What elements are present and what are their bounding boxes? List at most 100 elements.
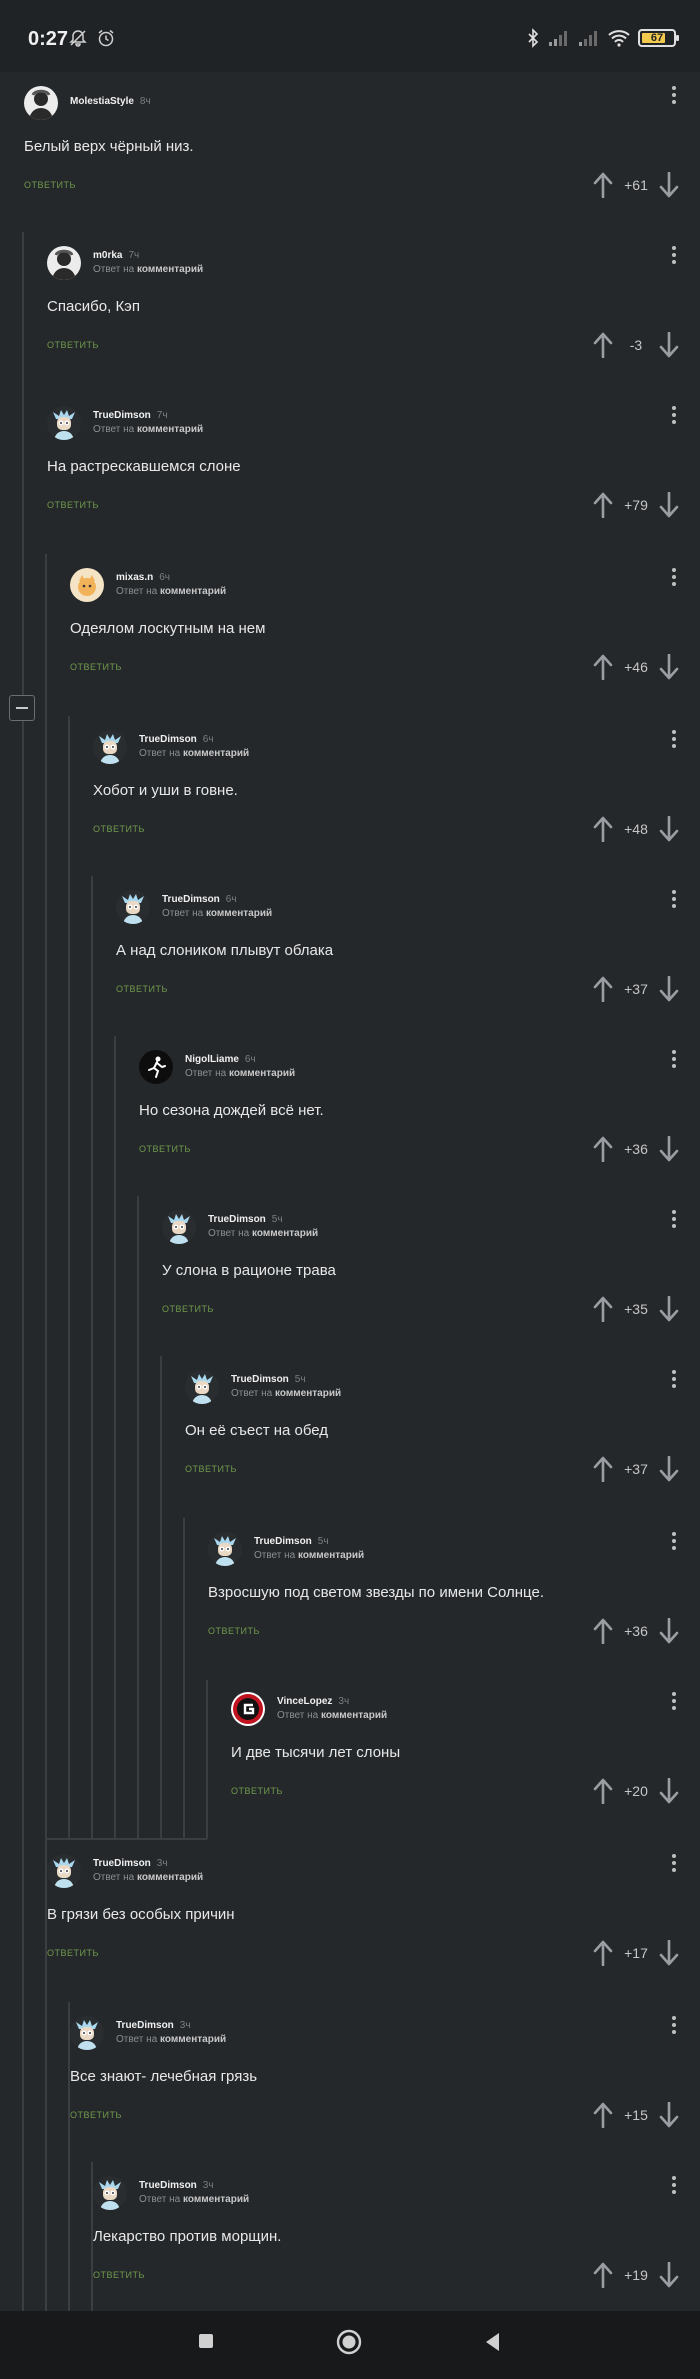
upvote-icon[interactable] — [592, 492, 614, 518]
reply-to-link[interactable]: комментарий — [298, 1550, 364, 1561]
reply-button[interactable]: ОТВЕТИТЬ — [231, 1786, 283, 1796]
avatar[interactable] — [93, 2176, 127, 2210]
downvote-icon[interactable] — [658, 1940, 680, 1966]
downvote-icon[interactable] — [658, 1778, 680, 1804]
downvote-icon[interactable] — [658, 1618, 680, 1644]
avatar[interactable] — [116, 890, 150, 924]
reply-button[interactable]: ОТВЕТИТЬ — [24, 180, 76, 190]
reply-to-link[interactable]: комментарий — [137, 424, 203, 435]
author-name[interactable]: TrueDimson 6ч — [139, 734, 214, 745]
more-options-icon[interactable] — [668, 404, 680, 428]
author-name[interactable]: TrueDimson 3ч — [93, 1858, 168, 1869]
reply-to-link[interactable]: комментарий — [229, 1068, 295, 1079]
author-name[interactable]: m0rka 7ч — [93, 250, 139, 261]
avatar[interactable] — [47, 1854, 81, 1888]
reply-button[interactable]: ОТВЕТИТЬ — [93, 824, 145, 834]
more-options-icon[interactable] — [668, 1048, 680, 1072]
reply-to-link[interactable]: комментарий — [252, 1228, 318, 1239]
upvote-icon[interactable] — [592, 976, 614, 1002]
upvote-icon[interactable] — [592, 1778, 614, 1804]
reply-button[interactable]: ОТВЕТИТЬ — [47, 500, 99, 510]
downvote-icon[interactable] — [658, 976, 680, 1002]
downvote-icon[interactable] — [658, 492, 680, 518]
avatar[interactable] — [47, 406, 81, 440]
more-options-icon[interactable] — [668, 566, 680, 590]
downvote-icon[interactable] — [658, 2262, 680, 2288]
reply-to-link[interactable]: комментарий — [137, 1872, 203, 1883]
avatar[interactable] — [185, 1370, 219, 1404]
reply-to-link[interactable]: комментарий — [160, 586, 226, 597]
reply-to-link[interactable]: комментарий — [160, 2034, 226, 2045]
reply-to-link[interactable]: комментарий — [183, 2194, 249, 2205]
author-name[interactable]: TrueDimson 5ч — [231, 1374, 306, 1385]
more-options-icon[interactable] — [668, 1208, 680, 1232]
reply-to-link[interactable]: комментарий — [275, 1388, 341, 1399]
avatar[interactable] — [139, 1050, 173, 1084]
avatar[interactable] — [231, 1692, 265, 1726]
avatar[interactable] — [70, 568, 104, 602]
avatar[interactable] — [70, 2016, 104, 2050]
more-options-icon[interactable] — [668, 1530, 680, 1554]
more-options-icon[interactable] — [668, 84, 680, 108]
upvote-icon[interactable] — [592, 1618, 614, 1644]
more-options-icon[interactable] — [668, 2174, 680, 2198]
avatar[interactable] — [93, 730, 127, 764]
upvote-icon[interactable] — [592, 1296, 614, 1322]
downvote-icon[interactable] — [658, 654, 680, 680]
reply-to-link[interactable]: комментарий — [183, 748, 249, 759]
reply-to-link[interactable]: комментарий — [137, 264, 203, 275]
author-name[interactable]: TrueDimson 6ч — [162, 894, 237, 905]
avatar[interactable] — [24, 86, 58, 120]
reply-button[interactable]: ОТВЕТИТЬ — [70, 2110, 122, 2120]
downvote-icon[interactable] — [658, 332, 680, 358]
recents-icon[interactable] — [196, 2331, 216, 2351]
more-options-icon[interactable] — [668, 888, 680, 912]
upvote-icon[interactable] — [592, 2102, 614, 2128]
reply-button[interactable]: ОТВЕТИТЬ — [93, 2270, 145, 2280]
author-name[interactable]: TrueDimson 3ч — [139, 2180, 214, 2191]
downvote-icon[interactable] — [658, 1136, 680, 1162]
author-name[interactable]: MolestiaStyle 8ч — [70, 96, 151, 107]
author-name[interactable]: TrueDimson 7ч — [93, 410, 168, 421]
reply-button[interactable]: ОТВЕТИТЬ — [208, 1626, 260, 1636]
reply-button[interactable]: ОТВЕТИТЬ — [70, 662, 122, 672]
reply-to-link[interactable]: комментарий — [206, 908, 272, 919]
more-options-icon[interactable] — [668, 244, 680, 268]
author-name[interactable]: TrueDimson 3ч — [116, 2020, 191, 2031]
upvote-icon[interactable] — [592, 2262, 614, 2288]
upvote-icon[interactable] — [592, 1456, 614, 1482]
more-options-icon[interactable] — [668, 2014, 680, 2038]
downvote-icon[interactable] — [658, 172, 680, 198]
more-options-icon[interactable] — [668, 1852, 680, 1876]
upvote-icon[interactable] — [592, 1940, 614, 1966]
author-name[interactable]: TrueDimson 5ч — [208, 1214, 283, 1225]
reply-button[interactable]: ОТВЕТИТЬ — [139, 1144, 191, 1154]
upvote-icon[interactable] — [592, 1136, 614, 1162]
author-name[interactable]: mixas.n 6ч — [116, 572, 170, 583]
reply-button[interactable]: ОТВЕТИТЬ — [162, 1304, 214, 1314]
downvote-icon[interactable] — [658, 1296, 680, 1322]
more-options-icon[interactable] — [668, 1368, 680, 1392]
avatar[interactable] — [162, 1210, 196, 1244]
reply-button[interactable]: ОТВЕТИТЬ — [47, 1948, 99, 1958]
home-icon[interactable] — [334, 2327, 364, 2357]
downvote-icon[interactable] — [658, 816, 680, 842]
more-options-icon[interactable] — [668, 1690, 680, 1714]
author-name[interactable]: TrueDimson 5ч — [254, 1536, 329, 1547]
avatar[interactable] — [47, 246, 81, 280]
author-name[interactable]: NigolLiame 6ч — [185, 1054, 256, 1065]
reply-button[interactable]: ОТВЕТИТЬ — [116, 984, 168, 994]
reply-to-link[interactable]: комментарий — [321, 1710, 387, 1721]
upvote-icon[interactable] — [592, 332, 614, 358]
upvote-icon[interactable] — [592, 654, 614, 680]
back-icon[interactable] — [482, 2331, 502, 2353]
reply-button[interactable]: ОТВЕТИТЬ — [47, 340, 99, 350]
upvote-icon[interactable] — [592, 172, 614, 198]
more-options-icon[interactable] — [668, 728, 680, 752]
downvote-icon[interactable] — [658, 2102, 680, 2128]
author-name[interactable]: VinceLopez 3ч — [277, 1696, 349, 1707]
avatar[interactable] — [208, 1532, 242, 1566]
reply-button[interactable]: ОТВЕТИТЬ — [185, 1464, 237, 1474]
upvote-icon[interactable] — [592, 816, 614, 842]
downvote-icon[interactable] — [658, 1456, 680, 1482]
